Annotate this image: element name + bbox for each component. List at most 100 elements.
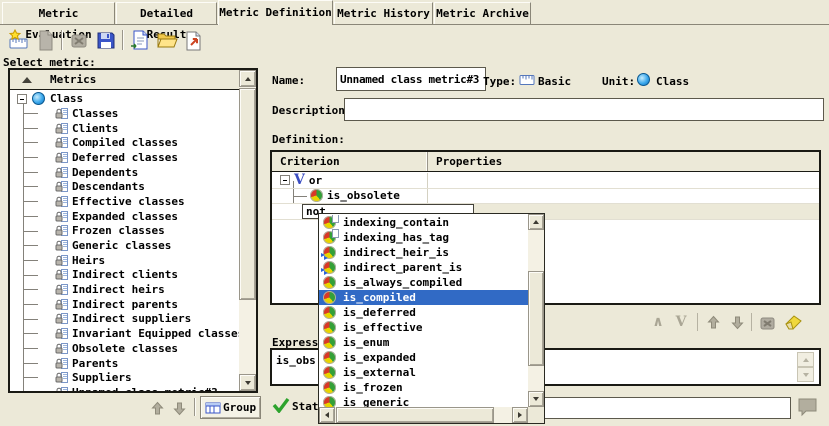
dropdown-item-selected[interactable]: is_compiled xyxy=(319,290,528,305)
move-up-button[interactable] xyxy=(147,399,167,417)
scroll-down-button[interactable] xyxy=(239,374,256,391)
list-item-label: Heirs xyxy=(72,254,105,267)
dropdown-item[interactable]: is_deferred xyxy=(319,305,528,320)
dropdown-item[interactable]: indexing_contain xyxy=(319,215,528,230)
dropdown-item[interactable]: is_external xyxy=(319,365,528,380)
type-label: Type: xyxy=(483,75,516,88)
lock-page-icon xyxy=(55,342,69,355)
dropdown-item-label: is_generic xyxy=(343,396,409,407)
lock-page-icon xyxy=(55,298,69,311)
dropdown-item[interactable]: is_effective xyxy=(319,320,528,335)
collapse-icon[interactable] xyxy=(280,175,290,185)
list-item[interactable]: Obsolete classes xyxy=(10,341,239,356)
definition-table-header: Criterion Properties xyxy=(272,152,819,172)
criterion-row-is-obsolete[interactable]: is_obsolete xyxy=(272,189,819,205)
tabbar-baseline xyxy=(0,24,829,25)
criterion-row-or[interactable]: V or xyxy=(272,173,819,189)
add-or-operator-button[interactable]: V xyxy=(669,311,693,333)
group-toggle-button[interactable]: Group xyxy=(200,396,261,419)
tab-label: Metric History xyxy=(337,7,430,20)
eraser-icon xyxy=(781,313,802,331)
pie-icon xyxy=(323,306,337,319)
import-metrics-button[interactable] xyxy=(128,28,152,52)
description-label: Description xyxy=(272,104,345,117)
tab-metric-history[interactable]: Metric History xyxy=(334,2,433,24)
new-metric-button[interactable] xyxy=(6,28,30,52)
unit-label: Unit: xyxy=(602,75,635,88)
scrollbar-thumb[interactable] xyxy=(336,407,494,423)
list-item[interactable]: Clients xyxy=(10,121,239,136)
properties-column-header[interactable]: Properties xyxy=(427,152,819,171)
duplicate-metric-button[interactable] xyxy=(33,28,57,52)
pie-icon xyxy=(323,291,337,304)
clear-definition-button[interactable] xyxy=(779,311,803,333)
list-item[interactable]: Generic classes xyxy=(10,238,239,253)
add-and-operator-button[interactable]: ∧ xyxy=(646,311,670,333)
dropdown-item[interactable]: is_enum xyxy=(319,335,528,350)
tab-metric-evaluation[interactable]: Metric Evaluation xyxy=(2,2,115,24)
lock-page-icon xyxy=(55,386,69,391)
move-criterion-down-button[interactable] xyxy=(725,311,749,333)
move-criterion-up-button[interactable] xyxy=(701,311,725,333)
dropdown-item[interactable]: is_frozen xyxy=(319,380,528,395)
list-item[interactable]: Deferred classes xyxy=(10,150,239,165)
delete-metric-button[interactable] xyxy=(67,28,91,52)
pie-document-icon xyxy=(323,216,337,229)
dropdown-item[interactable]: indirect_heir_is xyxy=(319,245,528,260)
list-item[interactable]: Suppliers xyxy=(10,370,239,385)
list-item-label: Classes xyxy=(72,107,118,120)
list-item[interactable]: Dependents xyxy=(10,165,239,180)
collapse-icon[interactable] xyxy=(17,94,27,104)
scroll-up-button[interactable] xyxy=(528,214,544,230)
dropdown-item[interactable]: indirect_parent_is xyxy=(319,260,528,275)
scrollbar-thumb[interactable] xyxy=(239,88,256,300)
list-item-partial[interactable]: Unnamed class metric#3 xyxy=(10,385,239,391)
list-item[interactable]: Expanded classes xyxy=(10,209,239,224)
name-input[interactable] xyxy=(336,67,486,91)
tree-item-class[interactable]: Class xyxy=(10,91,239,106)
metrics-column-header[interactable]: Metrics xyxy=(10,70,239,90)
list-item[interactable]: Heirs xyxy=(10,253,239,268)
open-folder-button[interactable] xyxy=(155,28,179,52)
save-metric-button[interactable] xyxy=(94,28,118,52)
pie-icon xyxy=(323,351,337,364)
description-input[interactable] xyxy=(344,98,824,121)
and-wedge-icon: ∧ xyxy=(652,314,663,330)
expression-scroll-up-button[interactable] xyxy=(797,352,814,367)
list-item[interactable]: Indirect clients xyxy=(10,268,239,283)
dropdown-item[interactable]: is_generic xyxy=(319,395,528,407)
list-item[interactable]: Indirect heirs xyxy=(10,282,239,297)
lock-page-icon xyxy=(55,195,69,208)
dropdown-item[interactable]: is_expanded xyxy=(319,350,528,365)
dropdown-item-label: is_enum xyxy=(343,336,389,349)
criterion-column-header[interactable]: Criterion xyxy=(272,152,427,171)
list-item[interactable]: Indirect parents xyxy=(10,297,239,312)
list-item[interactable]: Effective classes xyxy=(10,194,239,209)
expression-scroll-down-button[interactable] xyxy=(797,367,814,382)
export-metrics-button[interactable] xyxy=(182,28,206,52)
scroll-down-button[interactable] xyxy=(528,391,544,407)
list-item-label: Indirect heirs xyxy=(72,283,165,296)
list-item[interactable]: Invariant Equipped classes xyxy=(10,326,239,341)
delete-criterion-button[interactable] xyxy=(755,311,779,333)
list-item[interactable]: Frozen classes xyxy=(10,224,239,239)
list-item[interactable]: Indirect suppliers xyxy=(10,312,239,327)
pie-icon xyxy=(310,189,323,202)
criterion-dropdown-list: indexing_contain indexing_has_tag indire… xyxy=(319,215,528,407)
scrollbar-thumb[interactable] xyxy=(528,271,544,366)
list-item[interactable]: Descendants xyxy=(10,179,239,194)
tab-metric-archive[interactable]: Metric Archive xyxy=(434,2,531,24)
dropdown-item-label: indexing_has_tag xyxy=(343,231,449,244)
scroll-up-button[interactable] xyxy=(239,70,256,87)
tab-detailed-result[interactable]: Detailed Result xyxy=(116,2,217,24)
tab-metric-definition[interactable]: Metric Definition xyxy=(218,0,333,25)
list-item[interactable]: Classes xyxy=(10,106,239,121)
move-down-button[interactable] xyxy=(169,399,189,417)
dropdown-item[interactable]: indexing_has_tag xyxy=(319,230,528,245)
dropdown-item[interactable]: is_always_compiled xyxy=(319,275,528,290)
list-item[interactable]: Parents xyxy=(10,356,239,371)
scroll-left-button[interactable] xyxy=(319,407,335,423)
comment-button[interactable] xyxy=(796,397,819,418)
list-item[interactable]: Compiled classes xyxy=(10,135,239,150)
scroll-right-button[interactable] xyxy=(512,407,528,423)
